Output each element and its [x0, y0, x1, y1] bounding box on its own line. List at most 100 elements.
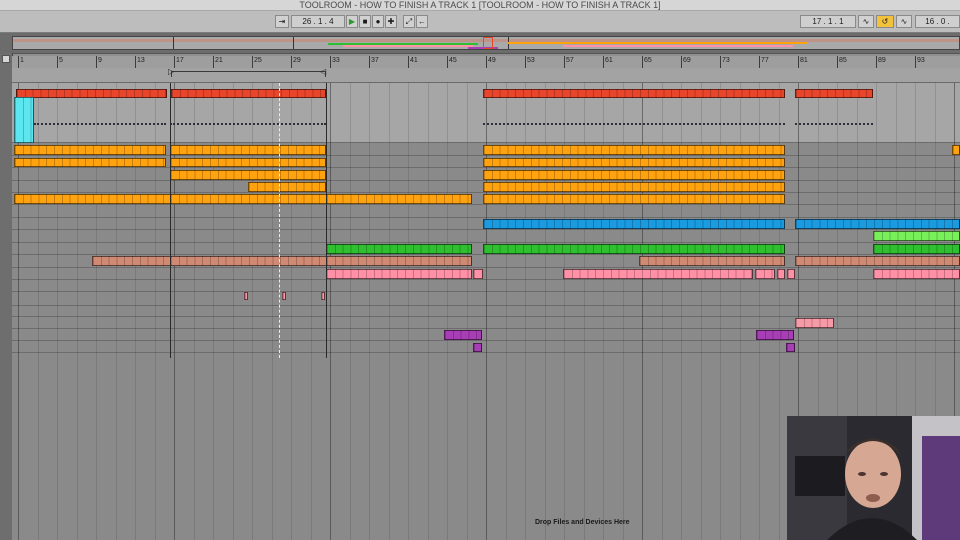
- clip-salmon[interactable]: [795, 256, 960, 266]
- clip-pink[interactable]: [873, 269, 960, 279]
- clip-purple[interactable]: [444, 330, 482, 340]
- ruler-bar-label: 1: [20, 57, 24, 64]
- loop-start-field[interactable]: 17 . 1 . 1: [800, 15, 856, 28]
- ruler-tick: [18, 56, 19, 68]
- loop-length-field[interactable]: 16 . 0 .: [915, 15, 960, 28]
- ruler-bar-label: 5: [59, 57, 63, 64]
- clip-orange[interactable]: [483, 182, 785, 192]
- ruler-bar-label: 53: [527, 57, 535, 64]
- back-to-arrangement-button[interactable]: ←: [416, 15, 428, 28]
- automation-icon: ⤢: [405, 17, 413, 26]
- clip-purple[interactable]: [756, 330, 794, 340]
- clip-light-pink[interactable]: [321, 292, 325, 300]
- clip-orange[interactable]: [14, 145, 166, 155]
- clip-orange[interactable]: [170, 158, 326, 167]
- grid-line: [369, 83, 370, 540]
- punch-out-button[interactable]: ∿: [896, 15, 912, 28]
- automation-line[interactable]: [170, 123, 326, 125]
- ruler-bar-label: 9: [98, 57, 102, 64]
- clip-orange[interactable]: [14, 194, 472, 204]
- clip-red[interactable]: [16, 89, 167, 98]
- follow-icon: ⇥: [278, 17, 286, 26]
- stop-button[interactable]: ■: [359, 15, 371, 28]
- ruler-bar-label: 37: [371, 57, 379, 64]
- stop-icon: ■: [362, 17, 368, 26]
- clip-orange[interactable]: [170, 145, 326, 155]
- overview-strip[interactable]: [12, 36, 960, 50]
- ruler-tick: [642, 56, 643, 68]
- clip-pink[interactable]: [787, 269, 795, 279]
- clip-orange[interactable]: [483, 145, 785, 155]
- clip-green[interactable]: [483, 244, 785, 254]
- clip-green[interactable]: [873, 244, 960, 254]
- ruler-bar-label: 13: [137, 57, 145, 64]
- play-button[interactable]: ▶: [346, 15, 358, 28]
- clip-light-pink[interactable]: [795, 318, 834, 328]
- clip-orange[interactable]: [248, 182, 326, 192]
- clip-light-pink[interactable]: [244, 292, 248, 300]
- automation-line[interactable]: [34, 123, 166, 125]
- loop-switch-button[interactable]: ↺: [876, 15, 894, 28]
- clip-pink[interactable]: [777, 269, 785, 279]
- arrangement-position-field[interactable]: 26 . 1 . 4: [291, 15, 345, 28]
- ruler-tick: [798, 56, 799, 68]
- punch-in-button[interactable]: ∿: [858, 15, 874, 28]
- ruler-bar-label: 57: [566, 57, 574, 64]
- clip-orange[interactable]: [483, 158, 785, 167]
- automation-line[interactable]: [483, 123, 785, 125]
- clip-orange[interactable]: [14, 158, 166, 167]
- clip-pink[interactable]: [326, 269, 472, 279]
- clip-salmon[interactable]: [639, 256, 785, 266]
- clip-red[interactable]: [171, 89, 326, 98]
- ruler-tick: [486, 56, 487, 68]
- loop-brace[interactable]: [171, 71, 326, 77]
- ruler-bar-label: 17: [176, 57, 184, 64]
- ruler-bar-label: 61: [605, 57, 613, 64]
- clip-purple[interactable]: [786, 343, 795, 352]
- clip-orange[interactable]: [483, 170, 785, 180]
- clip-orange[interactable]: [170, 170, 326, 180]
- clip-blue[interactable]: [483, 219, 785, 229]
- follow-button[interactable]: ⇥: [275, 15, 289, 28]
- overdub-button[interactable]: ✚: [385, 15, 397, 28]
- loop-bar[interactable]: ▷ ◁: [12, 67, 960, 83]
- clip-purple[interactable]: [473, 343, 482, 352]
- punch-out-icon: ∿: [900, 17, 908, 26]
- loop-start-marker-icon[interactable]: ▷: [168, 67, 174, 76]
- clip-green[interactable]: [326, 244, 472, 254]
- clip-blue[interactable]: [795, 219, 960, 229]
- clip-lime[interactable]: [873, 231, 960, 241]
- playhead-cursor[interactable]: [279, 83, 280, 358]
- overview-toggle-icon[interactable]: [2, 55, 10, 63]
- clip-orange[interactable]: [952, 145, 960, 155]
- ruler-bar-label: 77: [761, 57, 769, 64]
- ruler-tick: [252, 56, 253, 68]
- grid-line: [447, 83, 448, 540]
- ruler-tick: [720, 56, 721, 68]
- record-button[interactable]: ●: [372, 15, 384, 28]
- ruler-tick: [915, 56, 916, 68]
- clip-salmon[interactable]: [92, 256, 472, 266]
- automation-line[interactable]: [795, 123, 873, 125]
- ruler-tick: [564, 56, 565, 68]
- clip-red[interactable]: [795, 89, 873, 98]
- ruler-tick: [330, 56, 331, 68]
- clip-light-pink[interactable]: [282, 292, 286, 300]
- ruler-tick: [96, 56, 97, 68]
- clip-orange[interactable]: [483, 194, 785, 204]
- clip-cyan[interactable]: [14, 97, 34, 143]
- ruler-bar-label: 49: [488, 57, 496, 64]
- automation-arm-button[interactable]: ⤢: [403, 15, 415, 28]
- ruler-bar-label: 93: [917, 57, 925, 64]
- ruler-bar-label: 65: [644, 57, 652, 64]
- clip-pink[interactable]: [563, 269, 753, 279]
- ruler-bar-label: 21: [215, 57, 223, 64]
- clip-pink[interactable]: [473, 269, 483, 279]
- ruler-tick: [213, 56, 214, 68]
- clip-pink[interactable]: [755, 269, 775, 279]
- clip-red[interactable]: [483, 89, 785, 98]
- loop-end-marker-icon[interactable]: ◁: [320, 67, 326, 76]
- arrangement-overview[interactable]: [0, 33, 960, 54]
- ruler-tick: [759, 56, 760, 68]
- loop-start-line: [170, 83, 171, 358]
